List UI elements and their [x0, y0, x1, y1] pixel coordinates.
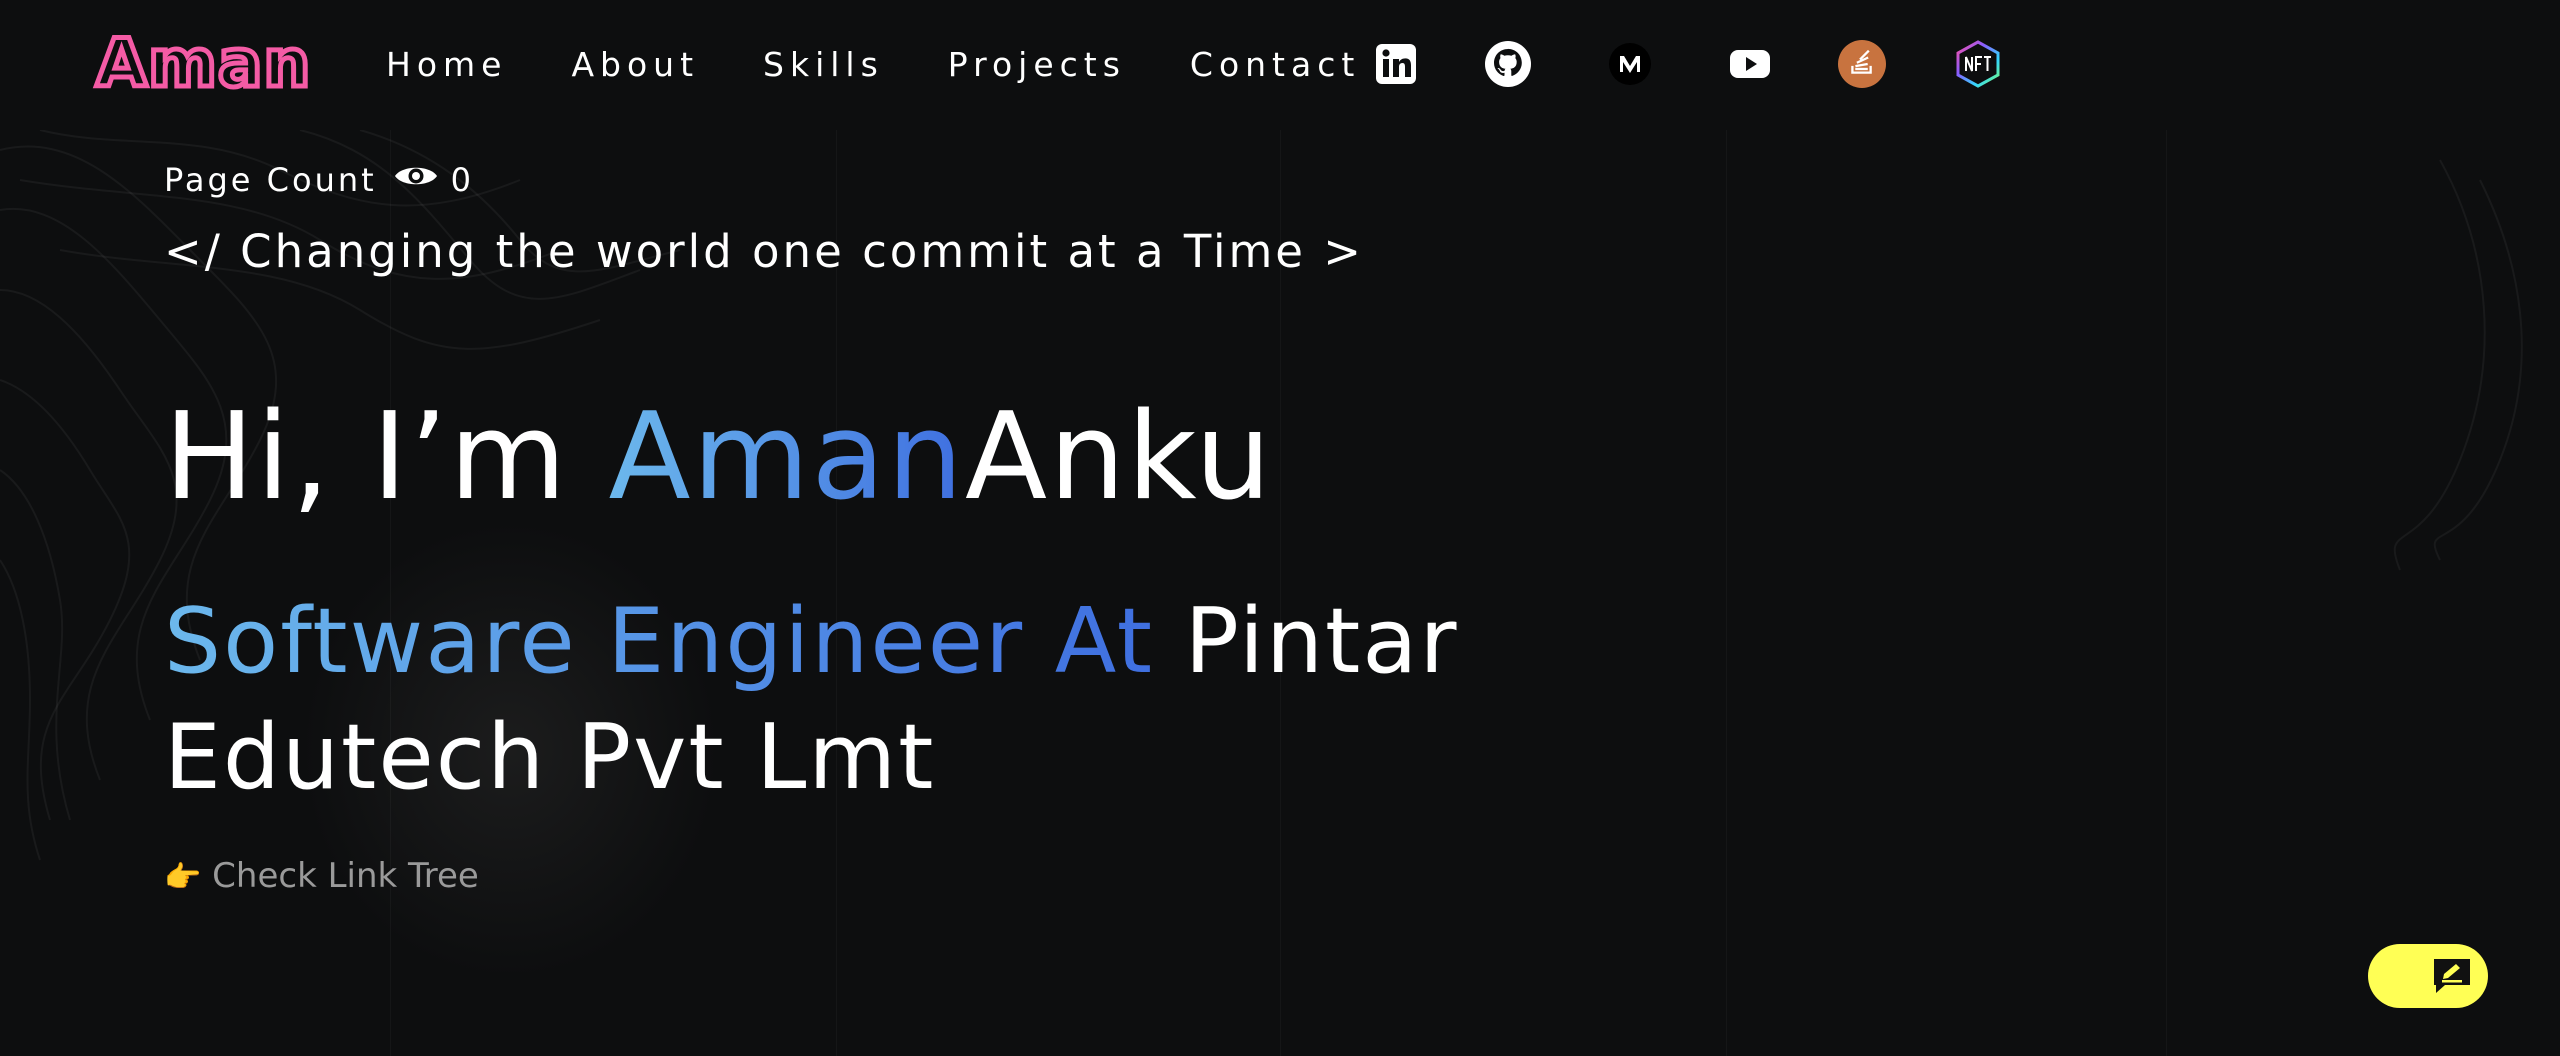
page-count-value: 0 [450, 161, 475, 199]
nft-icon[interactable] [1954, 40, 2002, 88]
role-highlight: Software Engineer At [164, 589, 1155, 694]
eye-icon [393, 160, 439, 200]
nav-link-skills[interactable]: Skills [763, 44, 884, 86]
name-rest: Anku [965, 388, 1274, 527]
linktree-link[interactable]: 👉 Check Link Tree [164, 854, 479, 900]
background-gridline [2166, 130, 2167, 1056]
page-count: Page Count 0 [164, 160, 474, 200]
background-gridline [1726, 130, 1727, 1056]
nav-link-projects[interactable]: Projects [948, 44, 1126, 86]
page-root: Aman Home About Skills Projects Contact [0, 0, 2560, 1056]
github-icon[interactable] [1484, 40, 1532, 88]
feedback-icon [2430, 954, 2474, 998]
tagline: </ Changing the world one commit at a Ti… [164, 225, 1365, 278]
linktree-label: Check Link Tree [212, 856, 479, 896]
greeting-prefix: Hi, I’m [164, 388, 609, 527]
nav-link-about[interactable]: About [571, 44, 699, 86]
linkedin-icon[interactable] [1372, 40, 1420, 88]
site-logo[interactable]: Aman [93, 25, 312, 102]
top-navbar: Aman Home About Skills Projects Contact [0, 0, 2560, 130]
hero-role: Software Engineer At Pintar Edutech Pvt … [164, 584, 1664, 816]
page-count-label: Page Count [164, 161, 377, 199]
nav-links: Home About Skills Projects Contact [386, 44, 1424, 86]
youtube-icon[interactable] [1726, 40, 1774, 88]
stackoverflow-icon[interactable] [1838, 40, 1886, 88]
nav-link-home[interactable]: Home [386, 44, 507, 86]
name-highlight: Aman [608, 388, 966, 527]
medium-icon[interactable] [1606, 40, 1654, 88]
nav-link-contact[interactable]: Contact [1190, 44, 1360, 86]
hero-greeting: Hi, I’m AmanAnku [164, 388, 1273, 528]
pointing-hand-icon: 👉 [164, 860, 202, 895]
feedback-button[interactable] [2368, 944, 2488, 1008]
